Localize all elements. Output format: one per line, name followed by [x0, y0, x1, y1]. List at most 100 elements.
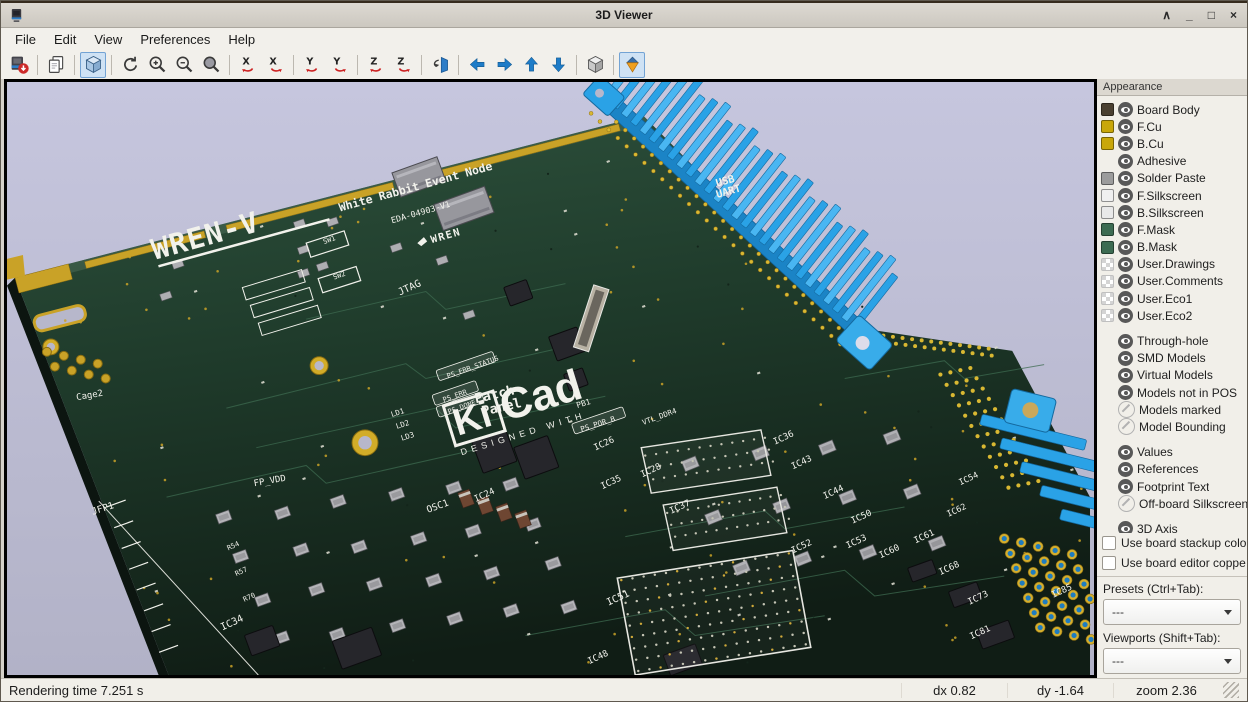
appearance-row-models-marked[interactable]: Models marked — [1101, 401, 1247, 418]
pan-down-button[interactable] — [545, 52, 571, 78]
export-image-button[interactable] — [6, 52, 32, 78]
appearance-row-b-silkscreen[interactable]: B.Silkscreen — [1101, 204, 1247, 221]
orthographic-projection-button[interactable] — [582, 52, 608, 78]
flip-board-button[interactable] — [427, 52, 453, 78]
visibility-eye-icon[interactable] — [1118, 351, 1133, 366]
close-button[interactable]: × — [1230, 9, 1237, 21]
visibility-eye-icon[interactable] — [1118, 385, 1133, 400]
menu-preferences[interactable]: Preferences — [131, 30, 219, 49]
appearance-row-user-eco1[interactable]: User.Eco1 — [1101, 290, 1247, 307]
maximize-button[interactable]: □ — [1208, 9, 1215, 21]
visibility-eye-icon[interactable] — [1118, 240, 1133, 255]
rotate-x-cw-button[interactable]: X — [262, 52, 288, 78]
visibility-eye-icon[interactable] — [1118, 205, 1133, 220]
visibility-eye-icon[interactable] — [1118, 222, 1133, 237]
checkbox-box[interactable] — [1102, 556, 1116, 570]
appearance-row-references[interactable]: References — [1101, 461, 1247, 478]
layer-color-swatch[interactable] — [1101, 189, 1114, 202]
rotate-x-ccw-button[interactable]: X — [235, 52, 261, 78]
use-board-stackup-colors-checkbox[interactable]: Use board stackup colo — [1097, 533, 1247, 553]
visibility-off-icon[interactable] — [1118, 401, 1135, 418]
appearance-row-b-mask[interactable]: B.Mask — [1101, 239, 1247, 256]
appearance-row-f-mask[interactable]: F.Mask — [1101, 221, 1247, 238]
layer-color-swatch[interactable] — [1101, 172, 1114, 185]
visibility-off-icon[interactable] — [1118, 418, 1135, 435]
show-3d-model-button[interactable] — [80, 52, 106, 78]
raytracing-button[interactable] — [619, 52, 645, 78]
use-board-editor-copper-checkbox[interactable]: Use board editor coppe — [1097, 553, 1247, 573]
layer-color-swatch[interactable] — [1101, 206, 1114, 219]
layer-color-swatch[interactable] — [1101, 137, 1114, 150]
appearance-row-through-hole[interactable]: Through-hole — [1101, 332, 1247, 349]
reload-board-button[interactable] — [117, 52, 143, 78]
checkbox-box[interactable] — [1102, 536, 1116, 550]
menu-edit[interactable]: Edit — [45, 30, 85, 49]
zoom-in-button[interactable] — [144, 52, 170, 78]
minimize-button[interactable]: _ — [1186, 9, 1193, 21]
visibility-eye-icon[interactable] — [1118, 334, 1133, 349]
rotate-y-cw-button[interactable]: Y — [326, 52, 352, 78]
visibility-eye-icon[interactable] — [1118, 521, 1133, 533]
visibility-eye-icon[interactable] — [1118, 136, 1133, 151]
menu-help[interactable]: Help — [219, 30, 264, 49]
layer-color-swatch[interactable] — [1101, 103, 1114, 116]
appearance-row-model-bounding[interactable]: Model Bounding — [1101, 418, 1247, 435]
appearance-row-board-body[interactable]: Board Body — [1101, 101, 1247, 118]
rotate-y-ccw-button[interactable]: Y — [299, 52, 325, 78]
rotate-z-ccw-button[interactable]: Z — [363, 52, 389, 78]
visibility-eye-icon[interactable] — [1118, 308, 1133, 323]
rotate-z-cw-button[interactable]: Z — [390, 52, 416, 78]
pan-left-button[interactable] — [464, 52, 490, 78]
layer-color-swatch[interactable] — [1101, 120, 1114, 133]
visibility-eye-icon[interactable] — [1118, 291, 1133, 306]
visibility-off-icon[interactable] — [1118, 495, 1135, 512]
appearance-row-b-cu[interactable]: B.Cu — [1101, 135, 1247, 152]
zoom-fit-button[interactable] — [198, 52, 224, 78]
visibility-eye-icon[interactable] — [1118, 154, 1133, 169]
layer-color-swatch[interactable] — [1101, 292, 1114, 305]
zoom-out-button[interactable] — [171, 52, 197, 78]
shade-button[interactable]: ∧ — [1162, 9, 1171, 21]
visibility-eye-icon[interactable] — [1118, 462, 1133, 477]
appearance-row-values[interactable]: Values — [1101, 444, 1247, 461]
appearance-row-adhesive[interactable]: Adhesive — [1101, 153, 1247, 170]
export-icon — [9, 54, 30, 75]
visibility-eye-icon[interactable] — [1118, 257, 1133, 272]
appearance-row-off-board-silkscreen[interactable]: Off-board Silkscreen — [1101, 495, 1247, 512]
layer-color-swatch[interactable] — [1101, 275, 1114, 288]
appearance-row-f-cu[interactable]: F.Cu — [1101, 118, 1247, 135]
visibility-eye-icon[interactable] — [1118, 274, 1133, 289]
appearance-row-3d-axis[interactable]: 3D Axis — [1101, 520, 1247, 533]
viewports-dropdown[interactable]: --- — [1103, 648, 1241, 674]
layer-color-swatch[interactable] — [1101, 309, 1114, 322]
menu-view[interactable]: View — [85, 30, 131, 49]
layer-color-swatch[interactable] — [1101, 223, 1114, 236]
pan-up-button[interactable] — [518, 52, 544, 78]
layer-color-swatch[interactable] — [1101, 258, 1114, 271]
presets-dropdown[interactable]: --- — [1103, 599, 1241, 625]
zoom-in-icon — [147, 54, 168, 75]
appearance-row-f-silkscreen[interactable]: F.Silkscreen — [1101, 187, 1247, 204]
visibility-eye-icon[interactable] — [1118, 171, 1133, 186]
visibility-eye-icon[interactable] — [1118, 368, 1133, 383]
appearance-row-user-eco2[interactable]: User.Eco2 — [1101, 307, 1247, 324]
visibility-eye-icon[interactable] — [1118, 102, 1133, 117]
resize-grip[interactable] — [1223, 682, 1239, 698]
appearance-row-user-drawings[interactable]: User.Drawings — [1101, 256, 1247, 273]
copy-image-button[interactable] — [43, 52, 69, 78]
pan-right-button[interactable] — [491, 52, 517, 78]
appearance-row-models-not-in-pos[interactable]: Models not in POS — [1101, 384, 1247, 401]
appearance-row-user-comments[interactable]: User.Comments — [1101, 273, 1247, 290]
appearance-row-smd-models[interactable]: SMD Models — [1101, 350, 1247, 367]
menu-file[interactable]: File — [6, 30, 45, 49]
layer-color-swatch[interactable] — [1101, 241, 1114, 254]
visibility-eye-icon[interactable] — [1118, 479, 1133, 494]
window-title: 3D Viewer — [1, 8, 1247, 22]
visibility-eye-icon[interactable] — [1118, 445, 1133, 460]
3d-viewport[interactable]: WREN-VWhite Rabbit Event NodeEDA-04903-V… — [4, 79, 1097, 678]
visibility-eye-icon[interactable] — [1118, 119, 1133, 134]
visibility-eye-icon[interactable] — [1118, 188, 1133, 203]
appearance-row-virtual-models[interactable]: Virtual Models — [1101, 367, 1247, 384]
appearance-row-footprint-text[interactable]: Footprint Text — [1101, 478, 1247, 495]
appearance-row-solder-paste[interactable]: Solder Paste — [1101, 170, 1247, 187]
